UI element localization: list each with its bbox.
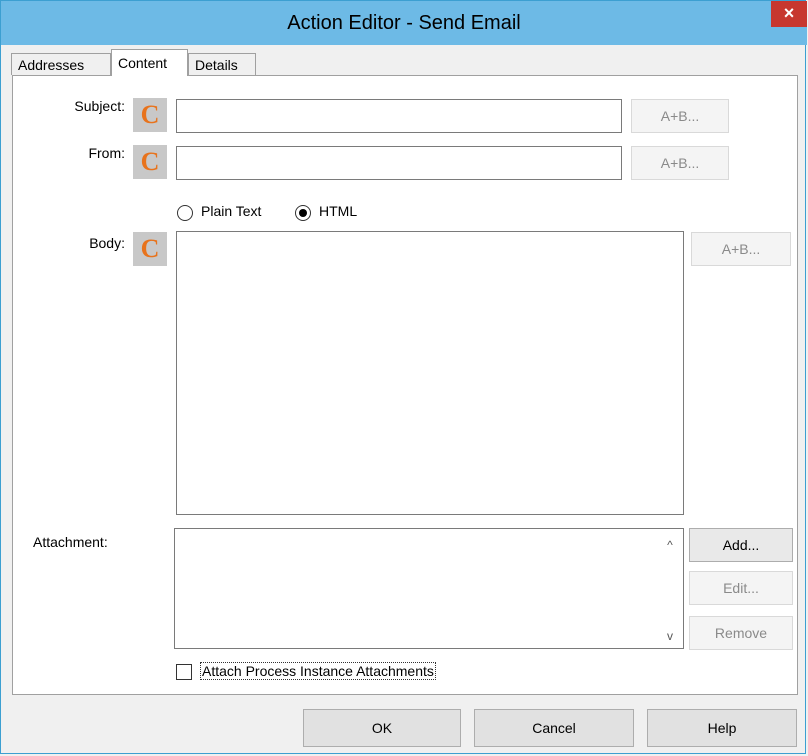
body-label: Body: — [89, 235, 125, 251]
action-editor-window: Action Editor - Send Email × Addresses C… — [0, 0, 807, 754]
window-title: Action Editor - Send Email — [287, 12, 521, 34]
subject-input[interactable] — [176, 99, 622, 133]
body-constant-icon[interactable]: C — [133, 232, 167, 266]
tab-content[interactable]: Content — [111, 49, 188, 76]
subject-label: Subject: — [74, 98, 125, 114]
plain-text-radio[interactable] — [177, 205, 193, 221]
scroll-up-icon[interactable]: ^ — [662, 537, 678, 553]
html-label: HTML — [319, 203, 358, 219]
close-icon: × — [783, 3, 795, 23]
attach-process-checkbox[interactable] — [176, 664, 192, 680]
body-expression-button[interactable]: A+B... — [691, 232, 791, 266]
ok-button[interactable]: OK — [303, 709, 461, 747]
attach-process-label[interactable]: Attach Process Instance Attachments — [200, 662, 436, 680]
close-button[interactable]: × — [771, 1, 807, 27]
edit-attachment-button[interactable]: Edit... — [689, 571, 793, 605]
html-radio-selected-dot — [299, 209, 307, 217]
html-radio[interactable] — [295, 205, 311, 221]
body-textarea[interactable] — [176, 231, 684, 515]
content-panel: Subject: C A+B... From: C A+B... Plain T… — [12, 75, 798, 695]
from-label: From: — [88, 145, 125, 161]
scroll-down-icon[interactable]: v — [662, 628, 678, 644]
remove-attachment-button[interactable]: Remove — [689, 616, 793, 650]
title-bar: Action Editor - Send Email × — [1, 1, 807, 45]
attachment-label: Attachment: — [33, 534, 108, 550]
plain-text-label: Plain Text — [201, 203, 262, 219]
attachment-list[interactable]: ^ v — [174, 528, 684, 649]
from-constant-icon[interactable]: C — [133, 145, 167, 179]
from-expression-button[interactable]: A+B... — [631, 146, 729, 180]
help-button[interactable]: Help — [647, 709, 797, 747]
subject-constant-icon[interactable]: C — [133, 98, 167, 132]
tab-details[interactable]: Details — [188, 53, 256, 75]
tab-addresses[interactable]: Addresses — [11, 53, 111, 75]
cancel-button[interactable]: Cancel — [474, 709, 634, 747]
subject-expression-button[interactable]: A+B... — [631, 99, 729, 133]
from-input[interactable] — [176, 146, 622, 180]
add-attachment-button[interactable]: Add... — [689, 528, 793, 562]
